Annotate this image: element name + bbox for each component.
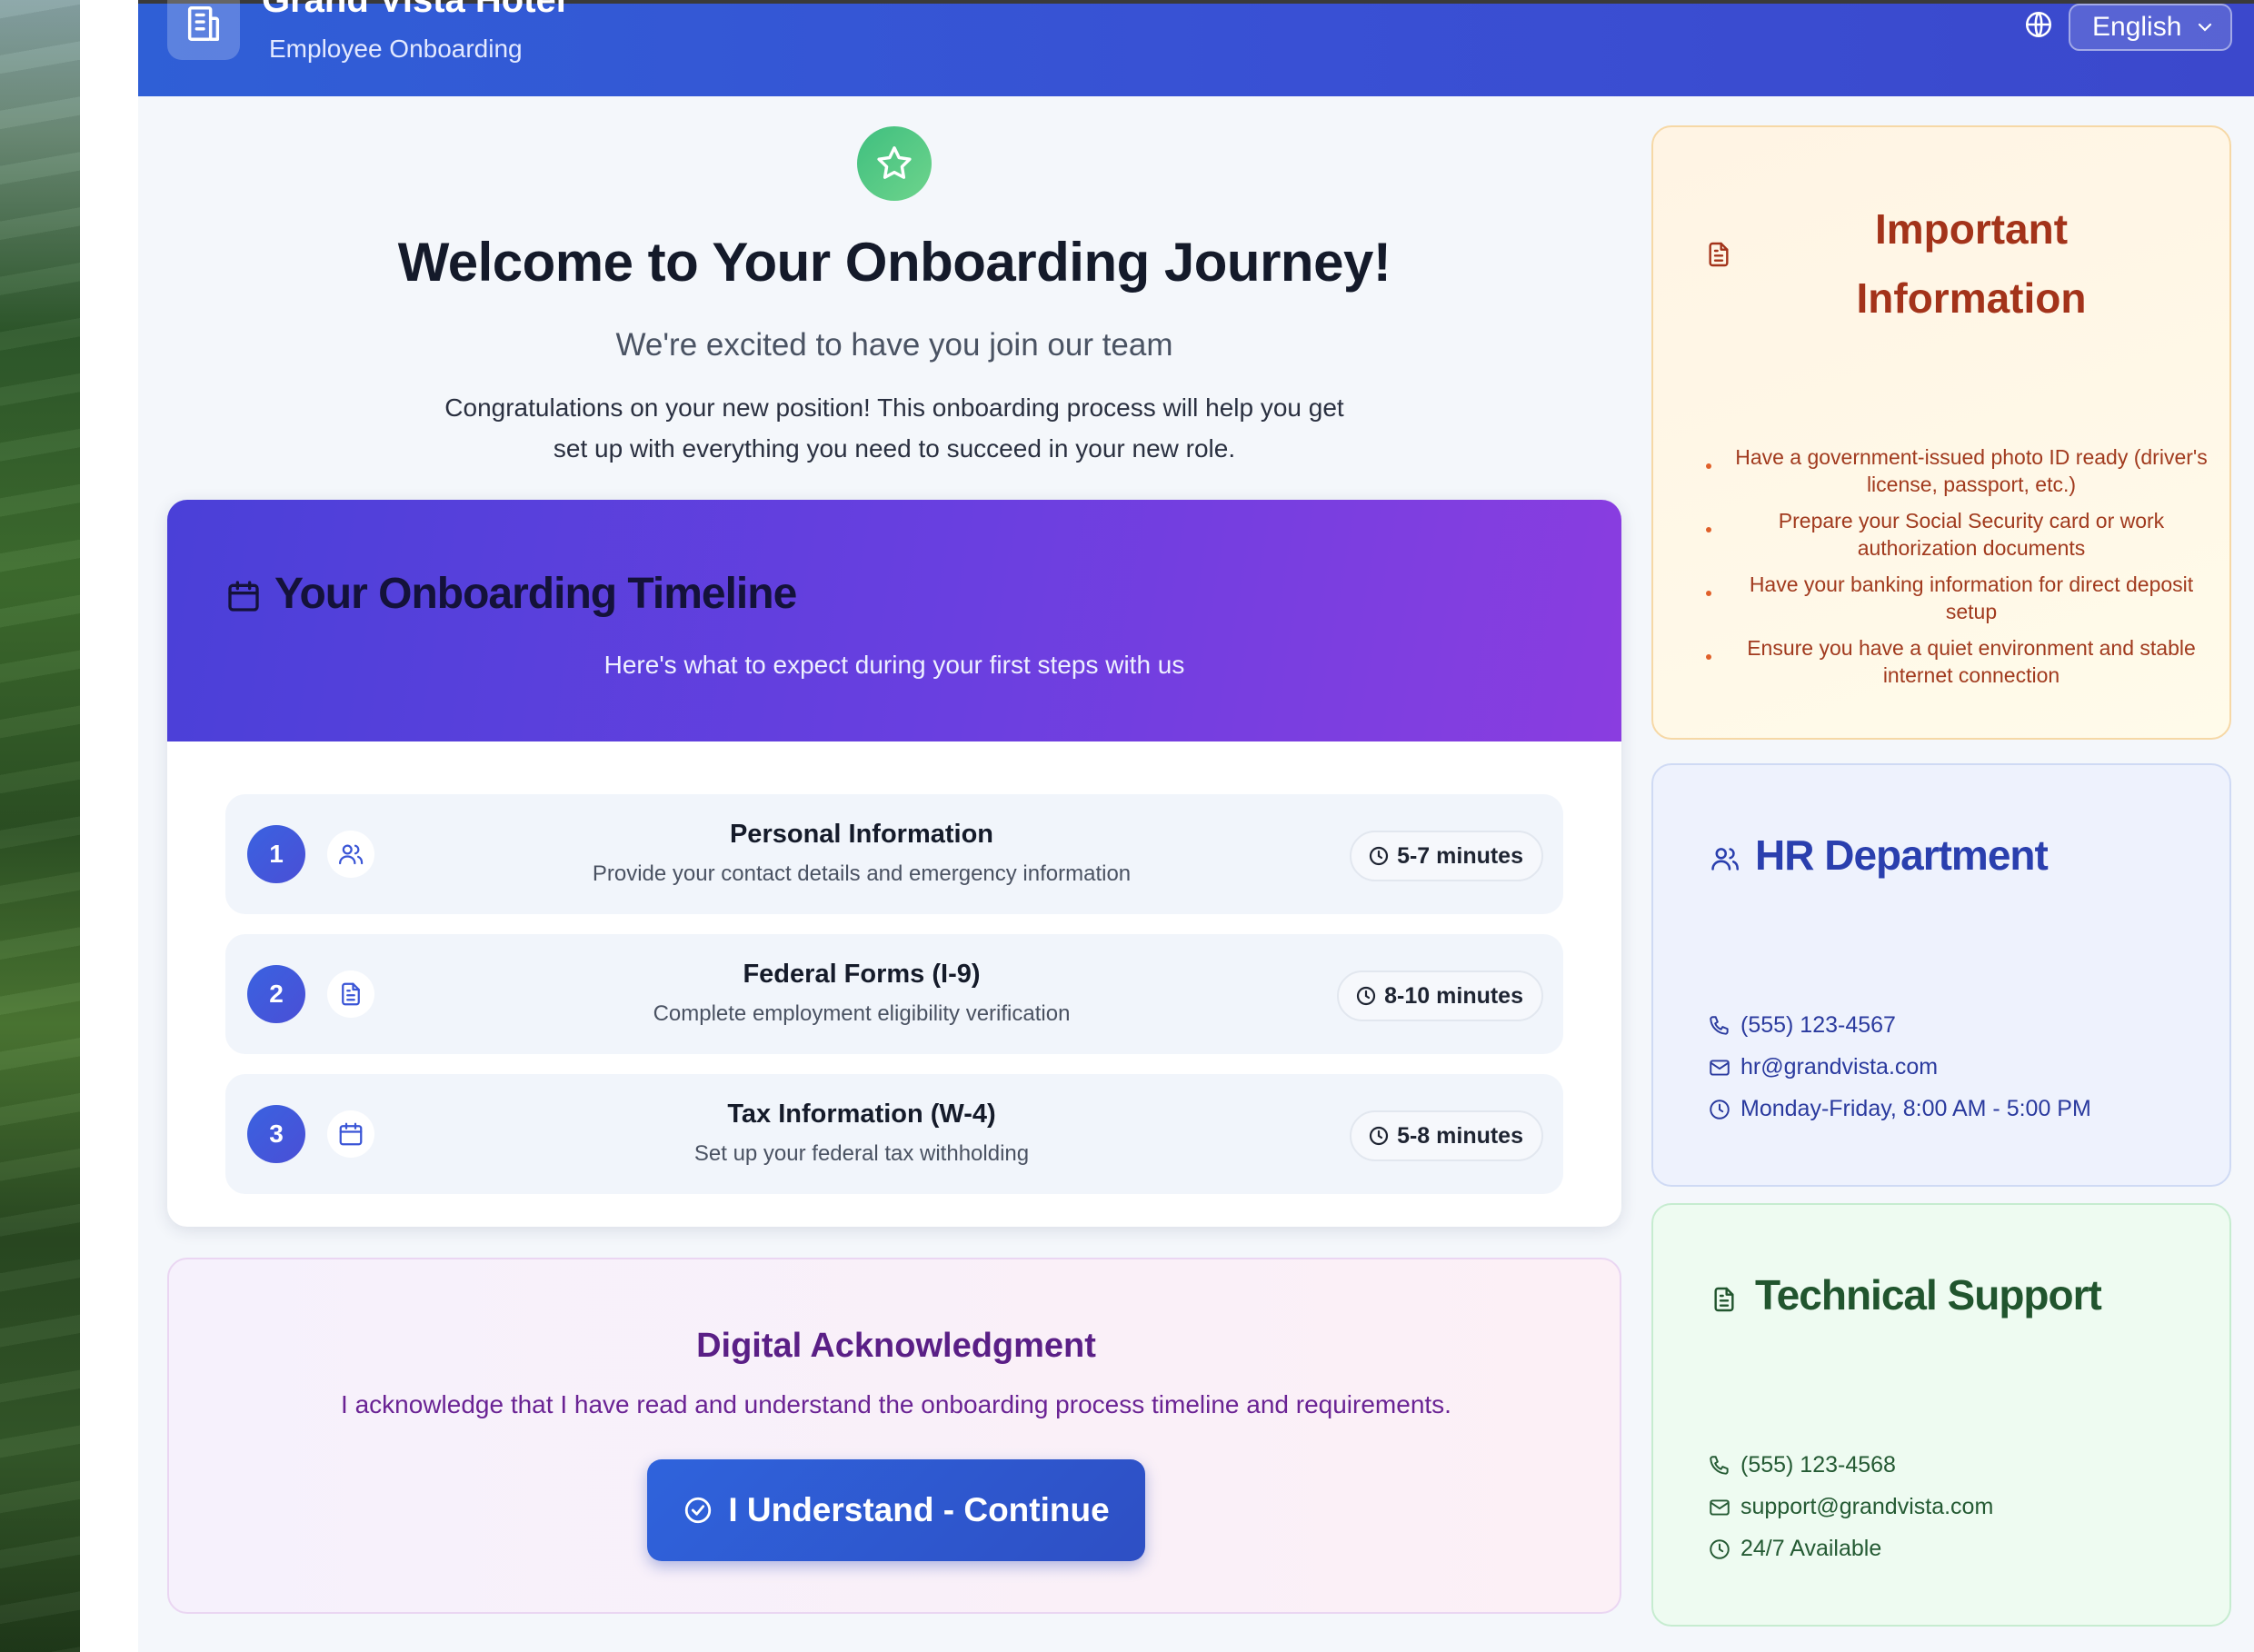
star-icon — [857, 126, 932, 201]
step-number: 1 — [247, 825, 305, 883]
tech-support-title: Technical Support — [1755, 1271, 2102, 1319]
timeline-step: 2 Federal Forms (I-9) Complete employmen… — [225, 934, 1563, 1054]
list-item: Have a government-issued photo ID ready … — [1704, 443, 2213, 498]
hr-phone-link[interactable]: (555) 123-4567 — [1740, 1012, 1896, 1039]
step-title: Personal Information — [729, 820, 994, 849]
hr-email-row: hr@grandvista.com — [1708, 1054, 1938, 1080]
users-icon — [327, 831, 374, 878]
step-duration: 5-8 minutes — [1397, 1122, 1523, 1149]
building-icon — [167, 0, 240, 60]
important-info-card: Important Information Have a government-… — [1651, 125, 2231, 740]
hr-title: HR Department — [1755, 831, 2049, 879]
document-icon — [1704, 240, 1733, 269]
step-duration-badge: 5-8 minutes — [1350, 1110, 1543, 1161]
acknowledgment-text: I acknowledge that I have read and under… — [341, 1390, 1451, 1418]
step-description: Set up your federal tax withholding — [693, 1141, 1030, 1166]
check-circle-icon — [683, 1495, 713, 1526]
hr-hours-row: Monday-Friday, 8:00 AM - 5:00 PM — [1708, 1096, 2091, 1122]
phone-icon — [1708, 1014, 1731, 1038]
clock-icon — [1708, 1098, 1731, 1121]
list-item: Ensure you have a quiet environment and … — [1704, 634, 2213, 689]
acknowledgment-title: Digital Acknowledgment — [696, 1327, 1096, 1365]
globe-icon — [2023, 9, 2054, 40]
step-number: 2 — [247, 965, 305, 1023]
mail-icon — [1708, 1496, 1731, 1519]
clock-icon — [1708, 1538, 1731, 1561]
timeline-card: Your Onboarding Timeline Here's what to … — [167, 500, 1621, 1227]
step-description: Complete employment eligibility verifica… — [653, 1001, 1071, 1026]
welcome-subtitle: We're excited to have you join our team — [615, 327, 1173, 363]
document-icon — [1710, 1285, 1739, 1314]
step-duration: 5-7 minutes — [1397, 842, 1523, 869]
acknowledgment-card: Digital Acknowledgment I acknowledge tha… — [167, 1258, 1621, 1614]
important-info-list: Have a government-issued photo ID ready … — [1704, 443, 2213, 698]
chevron-down-icon — [2194, 16, 2216, 38]
tech-phone-link[interactable]: (555) 123-4568 — [1740, 1452, 1896, 1478]
continue-button[interactable]: I Understand - Continue — [647, 1459, 1145, 1561]
language-select-value: English — [2092, 12, 2182, 42]
brand-subtitle: Employee Onboarding — [269, 35, 523, 63]
clock-icon — [1368, 1125, 1390, 1147]
step-duration: 8-10 minutes — [1384, 982, 1523, 1009]
language-select[interactable]: English — [2069, 4, 2232, 51]
tech-support-card: Technical Support (555) 123-4568 support… — [1651, 1203, 2231, 1627]
tech-hours: 24/7 Available — [1740, 1536, 1882, 1561]
welcome-body: Congratulations on your new position! Th… — [444, 393, 1344, 463]
calendar-icon — [225, 578, 262, 614]
timeline-header: Your Onboarding Timeline Here's what to … — [167, 500, 1621, 741]
step-title: Federal Forms (I-9) — [743, 960, 981, 989]
calendar-icon — [327, 1110, 374, 1158]
timeline-title: Your Onboarding Timeline — [274, 570, 797, 618]
list-item: Prepare your Social Security card or wor… — [1704, 507, 2213, 562]
app-header: Grand Vista Hotel Employee Onboarding En… — [138, 0, 2254, 96]
document-icon — [327, 970, 374, 1018]
step-description: Provide your contact details and emergen… — [592, 861, 1132, 886]
hr-hours: Monday-Friday, 8:00 AM - 5:00 PM — [1740, 1096, 2091, 1121]
brand-name: Grand Vista Hotel — [262, 0, 566, 20]
important-info-title: Important Information — [1856, 205, 2087, 322]
welcome-title: Welcome to Your Onboarding Journey! — [397, 232, 1391, 293]
list-item: Have your banking information for direct… — [1704, 571, 2213, 625]
hr-department-card: HR Department (555) 123-4567 hr@grandvis… — [1651, 763, 2231, 1187]
clock-icon — [1368, 845, 1390, 867]
continue-button-label: I Understand - Continue — [728, 1491, 1110, 1528]
tech-hours-row: 24/7 Available — [1708, 1536, 1881, 1562]
clock-icon — [1355, 985, 1377, 1007]
phone-icon — [1708, 1454, 1731, 1478]
tech-email-row: support@grandvista.com — [1708, 1494, 1993, 1520]
step-duration-badge: 8-10 minutes — [1337, 970, 1543, 1021]
hr-email-link[interactable]: hr@grandvista.com — [1740, 1054, 1938, 1080]
tech-phone-row: (555) 123-4568 — [1708, 1452, 1896, 1478]
timeline-step: 1 Personal Information Provide your cont… — [225, 794, 1563, 914]
onboarding-page: Grand Vista Hotel Employee Onboarding En… — [138, 0, 2254, 1652]
users-icon — [1710, 843, 1740, 874]
timeline-step: 3 Tax Information (W-4) Set up your fede… — [225, 1074, 1563, 1194]
desktop-wallpaper — [0, 0, 80, 1652]
timeline-subtitle: Here's what to expect during your first … — [603, 651, 1185, 679]
tech-email-link[interactable]: support@grandvista.com — [1740, 1494, 1993, 1520]
step-title: Tax Information (W-4) — [727, 1100, 996, 1129]
step-number: 3 — [247, 1105, 305, 1163]
mail-icon — [1708, 1056, 1731, 1080]
step-duration-badge: 5-7 minutes — [1350, 831, 1543, 881]
hr-phone-row: (555) 123-4567 — [1708, 1012, 1896, 1039]
